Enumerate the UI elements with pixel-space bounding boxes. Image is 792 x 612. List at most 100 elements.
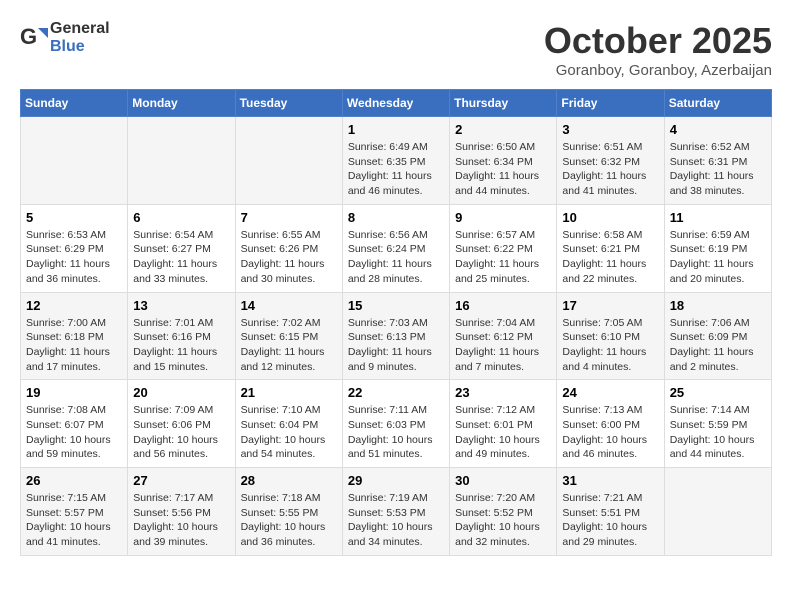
- logo: G General Blue: [20, 20, 110, 56]
- day-number: 2: [455, 122, 551, 137]
- calendar-cell: 26 Sunrise: 7:15 AM Sunset: 5:57 PM Dayli…: [21, 468, 128, 556]
- day-number: 24: [562, 385, 658, 400]
- month-title: October 2025: [544, 20, 772, 62]
- calendar-week-row: 1 Sunrise: 6:49 AM Sunset: 6:35 PM Daylig…: [21, 117, 772, 205]
- day-info: Sunrise: 7:20 AM Sunset: 5:52 PM Dayligh…: [455, 491, 551, 550]
- calendar-cell: 19 Sunrise: 7:08 AM Sunset: 6:07 PM Dayli…: [21, 380, 128, 468]
- day-number: 16: [455, 298, 551, 313]
- weekday-header-monday: Monday: [128, 90, 235, 117]
- day-number: 10: [562, 210, 658, 225]
- calendar-cell: 21Sunrise: 7:10 AM Sunset: 6:04 PM Dayli…: [235, 380, 342, 468]
- day-number: 20: [133, 385, 229, 400]
- day-info: Sunrise: 7:17 AM Sunset: 5:56 PM Dayligh…: [133, 491, 229, 550]
- calendar-cell: 25 Sunrise: 7:14 AM Sunset: 5:59 PM Dayli…: [664, 380, 771, 468]
- day-info: Sunrise: 7:02 AM Sunset: 6:15 PM Dayligh…: [241, 316, 337, 375]
- weekday-header-saturday: Saturday: [664, 90, 771, 117]
- day-info: Sunrise: 7:09 AM Sunset: 6:06 PM Dayligh…: [133, 403, 229, 462]
- calendar-cell: 30Sunrise: 7:20 AM Sunset: 5:52 PM Dayli…: [450, 468, 557, 556]
- day-info: Sunrise: 7:04 AM Sunset: 6:12 PM Dayligh…: [455, 316, 551, 375]
- day-number: 26: [26, 473, 122, 488]
- day-info: Sunrise: 7:10 AM Sunset: 6:04 PM Dayligh…: [241, 403, 337, 462]
- day-number: 18: [670, 298, 766, 313]
- day-info: Sunrise: 6:59 AM Sunset: 6:19 PM Dayligh…: [670, 228, 766, 287]
- weekday-header-sunday: Sunday: [21, 90, 128, 117]
- day-number: 17: [562, 298, 658, 313]
- calendar-cell: 2Sunrise: 6:50 AM Sunset: 6:34 PM Daylig…: [450, 117, 557, 205]
- day-number: 23: [455, 385, 551, 400]
- calendar-cell: 16 Sunrise: 7:04 AM Sunset: 6:12 PM Dayli…: [450, 292, 557, 380]
- calendar-cell: 29Sunrise: 7:19 AM Sunset: 5:53 PM Dayli…: [342, 468, 449, 556]
- day-number: 22: [348, 385, 444, 400]
- day-info: Sunrise: 7:06 AM Sunset: 6:09 PM Dayligh…: [670, 316, 766, 375]
- day-number: 4: [670, 122, 766, 137]
- calendar-cell: 24Sunrise: 7:13 AM Sunset: 6:00 PM Dayli…: [557, 380, 664, 468]
- calendar-cell: 18 Sunrise: 7:06 AM Sunset: 6:09 PM Dayli…: [664, 292, 771, 380]
- calendar-cell: 11 Sunrise: 6:59 AM Sunset: 6:19 PM Dayli…: [664, 204, 771, 292]
- calendar-cell: [235, 117, 342, 205]
- calendar-cell: 15 Sunrise: 7:03 AM Sunset: 6:13 PM Dayli…: [342, 292, 449, 380]
- calendar-cell: 8 Sunrise: 6:56 AM Sunset: 6:24 PM Daylig…: [342, 204, 449, 292]
- calendar-cell: 28Sunrise: 7:18 AM Sunset: 5:55 PM Dayli…: [235, 468, 342, 556]
- day-number: 8: [348, 210, 444, 225]
- day-info: Sunrise: 7:21 AM Sunset: 5:51 PM Dayligh…: [562, 491, 658, 550]
- calendar-cell: 17 Sunrise: 7:05 AM Sunset: 6:10 PM Dayli…: [557, 292, 664, 380]
- day-info: Sunrise: 7:03 AM Sunset: 6:13 PM Dayligh…: [348, 316, 444, 375]
- logo-icon: G: [20, 24, 48, 52]
- day-number: 27: [133, 473, 229, 488]
- title-block: October 2025 Goranboy, Goranboy, Azerbai…: [544, 20, 772, 79]
- calendar-cell: 20 Sunrise: 7:09 AM Sunset: 6:06 PM Dayli…: [128, 380, 235, 468]
- day-number: 31: [562, 473, 658, 488]
- day-info: Sunrise: 7:14 AM Sunset: 5:59 PM Dayligh…: [670, 403, 766, 462]
- day-number: 5: [26, 210, 122, 225]
- day-info: Sunrise: 7:00 AM Sunset: 6:18 PM Dayligh…: [26, 316, 122, 375]
- calendar-week-row: 5Sunrise: 6:53 AM Sunset: 6:29 PM Daylig…: [21, 204, 772, 292]
- calendar-cell: 6Sunrise: 6:54 AM Sunset: 6:27 PM Daylig…: [128, 204, 235, 292]
- calendar-cell: 3Sunrise: 6:51 AM Sunset: 6:32 PM Daylig…: [557, 117, 664, 205]
- day-info: Sunrise: 6:54 AM Sunset: 6:27 PM Dayligh…: [133, 228, 229, 287]
- day-info: Sunrise: 7:08 AM Sunset: 6:07 PM Dayligh…: [26, 403, 122, 462]
- calendar-cell: 27 Sunrise: 7:17 AM Sunset: 5:56 PM Dayli…: [128, 468, 235, 556]
- day-number: 7: [241, 210, 337, 225]
- day-info: Sunrise: 6:49 AM Sunset: 6:35 PM Dayligh…: [348, 140, 444, 199]
- weekday-header-friday: Friday: [557, 90, 664, 117]
- day-number: 15: [348, 298, 444, 313]
- calendar-cell: 22 Sunrise: 7:11 AM Sunset: 6:03 PM Dayli…: [342, 380, 449, 468]
- calendar-cell: 5Sunrise: 6:53 AM Sunset: 6:29 PM Daylig…: [21, 204, 128, 292]
- day-number: 25: [670, 385, 766, 400]
- day-number: 28: [241, 473, 337, 488]
- day-info: Sunrise: 7:11 AM Sunset: 6:03 PM Dayligh…: [348, 403, 444, 462]
- calendar-cell: 31 Sunrise: 7:21 AM Sunset: 5:51 PM Dayli…: [557, 468, 664, 556]
- day-number: 1: [348, 122, 444, 137]
- day-info: Sunrise: 7:15 AM Sunset: 5:57 PM Dayligh…: [26, 491, 122, 550]
- logo-line1: General: [50, 20, 110, 38]
- day-info: Sunrise: 7:05 AM Sunset: 6:10 PM Dayligh…: [562, 316, 658, 375]
- calendar-week-row: 26 Sunrise: 7:15 AM Sunset: 5:57 PM Dayli…: [21, 468, 772, 556]
- calendar-cell: 1 Sunrise: 6:49 AM Sunset: 6:35 PM Daylig…: [342, 117, 449, 205]
- location-subtitle: Goranboy, Goranboy, Azerbaijan: [544, 62, 772, 79]
- weekday-header-row: SundayMondayTuesdayWednesdayThursdayFrid…: [21, 90, 772, 117]
- day-number: 13: [133, 298, 229, 313]
- svg-text:G: G: [20, 24, 37, 49]
- day-number: 12: [26, 298, 122, 313]
- weekday-header-wednesday: Wednesday: [342, 90, 449, 117]
- calendar-cell: 10Sunrise: 6:58 AM Sunset: 6:21 PM Dayli…: [557, 204, 664, 292]
- weekday-header-tuesday: Tuesday: [235, 90, 342, 117]
- calendar-cell: 4 Sunrise: 6:52 AM Sunset: 6:31 PM Daylig…: [664, 117, 771, 205]
- day-number: 11: [670, 210, 766, 225]
- day-number: 3: [562, 122, 658, 137]
- calendar-cell: 13Sunrise: 7:01 AM Sunset: 6:16 PM Dayli…: [128, 292, 235, 380]
- calendar-cell: [21, 117, 128, 205]
- day-info: Sunrise: 6:55 AM Sunset: 6:26 PM Dayligh…: [241, 228, 337, 287]
- calendar-table: SundayMondayTuesdayWednesdayThursdayFrid…: [20, 89, 772, 556]
- day-number: 19: [26, 385, 122, 400]
- day-info: Sunrise: 6:52 AM Sunset: 6:31 PM Dayligh…: [670, 140, 766, 199]
- day-number: 14: [241, 298, 337, 313]
- calendar-cell: [664, 468, 771, 556]
- calendar-cell: 23 Sunrise: 7:12 AM Sunset: 6:01 PM Dayli…: [450, 380, 557, 468]
- day-number: 9: [455, 210, 551, 225]
- calendar-cell: 7 Sunrise: 6:55 AM Sunset: 6:26 PM Daylig…: [235, 204, 342, 292]
- day-number: 29: [348, 473, 444, 488]
- day-info: Sunrise: 6:56 AM Sunset: 6:24 PM Dayligh…: [348, 228, 444, 287]
- day-info: Sunrise: 6:57 AM Sunset: 6:22 PM Dayligh…: [455, 228, 551, 287]
- day-info: Sunrise: 7:12 AM Sunset: 6:01 PM Dayligh…: [455, 403, 551, 462]
